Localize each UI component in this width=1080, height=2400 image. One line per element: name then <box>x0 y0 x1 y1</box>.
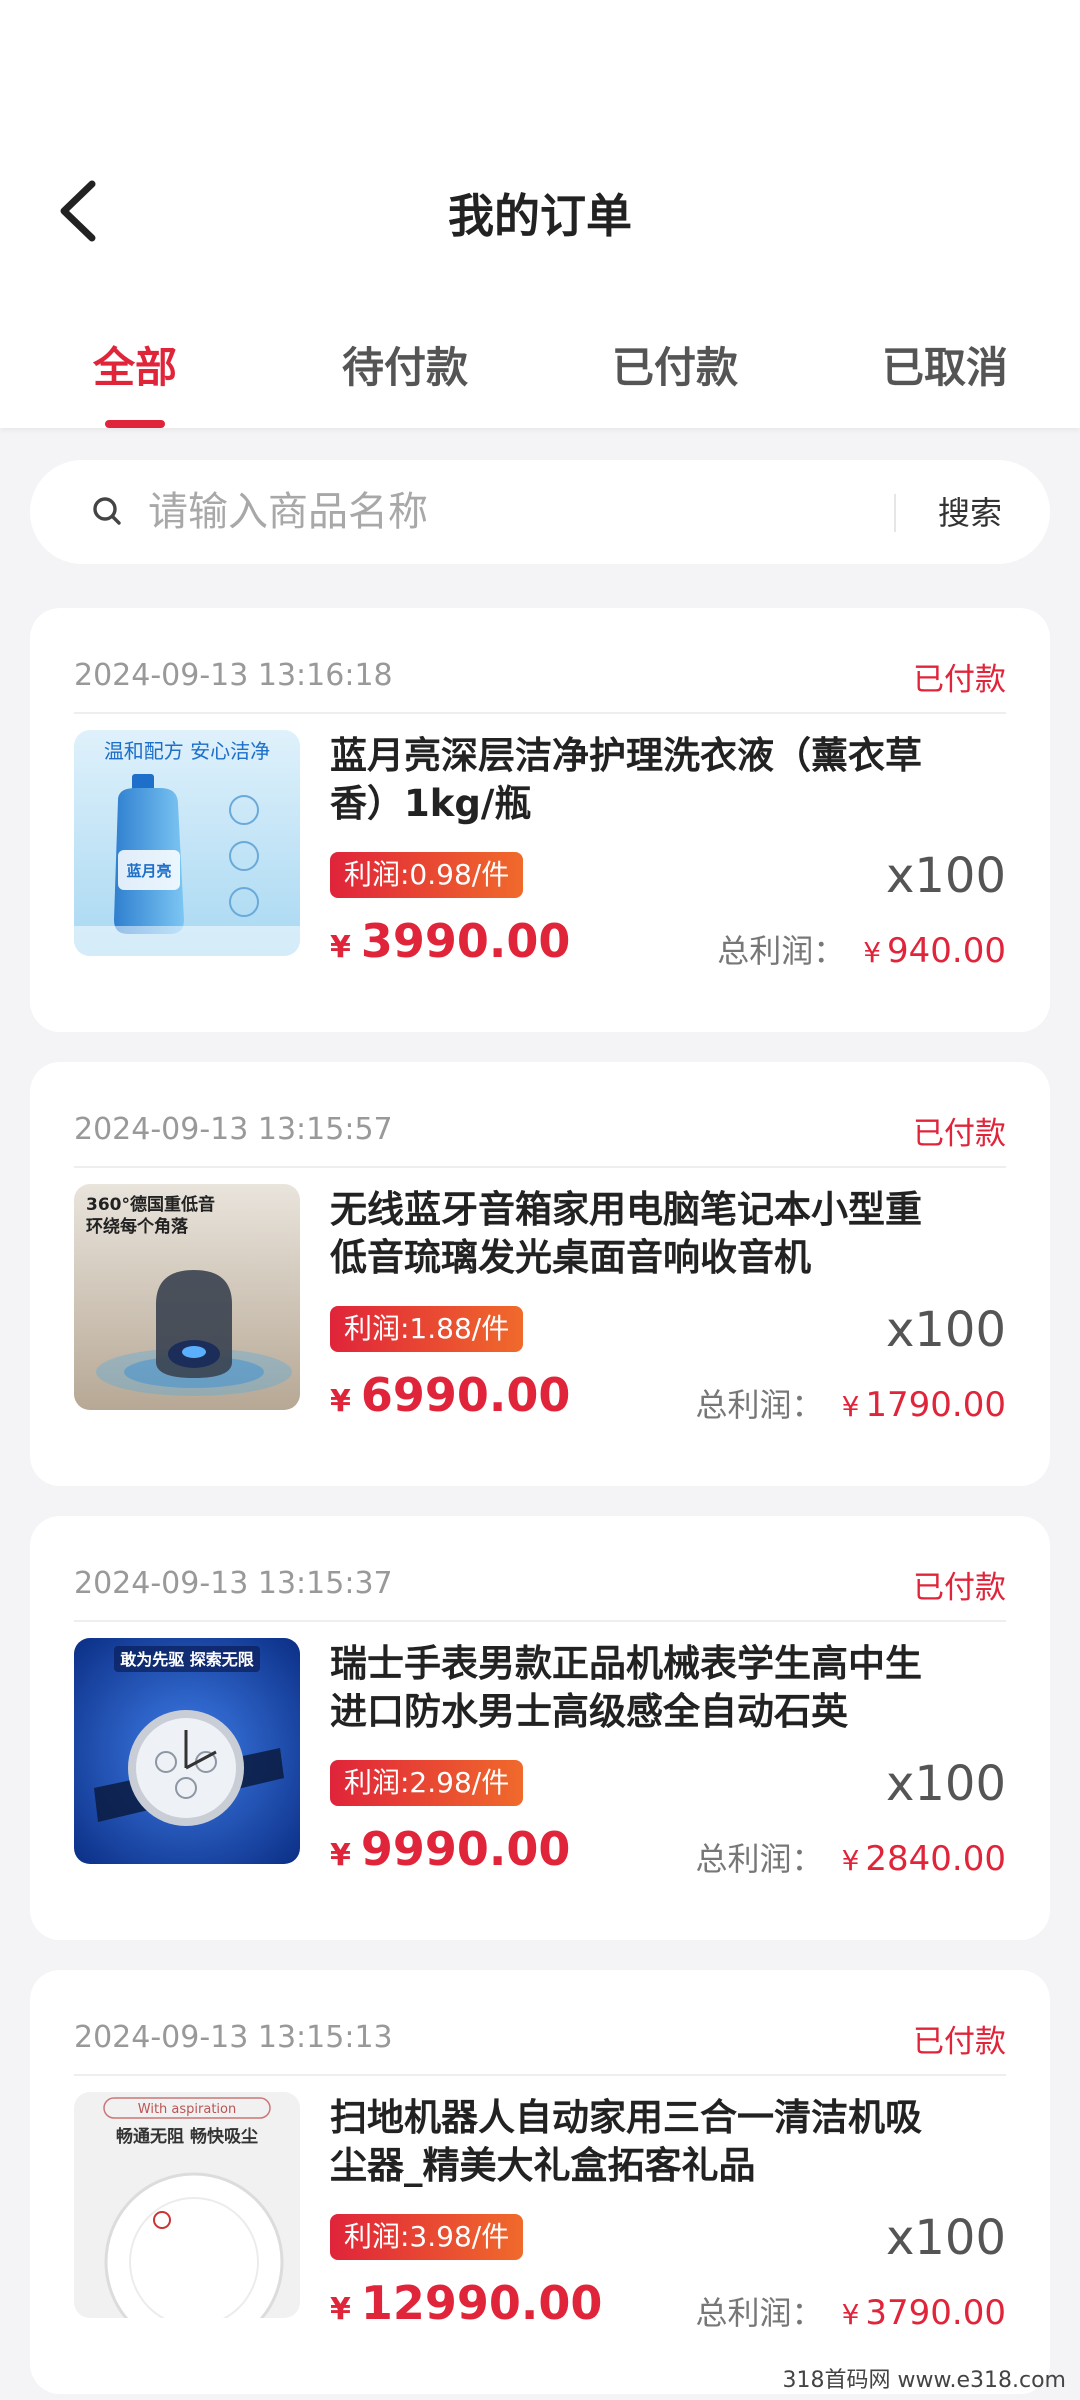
search-input[interactable] <box>148 476 908 548</box>
svg-text:环绕每个角落: 环绕每个角落 <box>86 1216 189 1237</box>
divider <box>74 1620 1006 1622</box>
product-image-detergent[interactable]: 温和配方 安心洁净 蓝月亮 <box>74 730 300 956</box>
currency-symbol: ¥ <box>863 936 882 969</box>
total-profit-label: 总利润： <box>695 1386 824 1424</box>
price-amount: 12990.00 <box>360 2276 603 2330</box>
total-profit-value: 2840.00 <box>865 1839 1006 1879</box>
product-image-speaker[interactable]: 360°德国重低音 环绕每个角落 <box>74 1184 300 1410</box>
total-profit-label: 总利润： <box>695 2294 824 2332</box>
order-quantity: x100 <box>885 2210 1006 2266</box>
search-divider <box>894 494 896 532</box>
order-price: ¥ 6990.00 <box>330 1368 570 1422</box>
total-profit: 总利润： ¥ 1790.00 <box>696 1380 1006 1426</box>
price-amount: 3990.00 <box>360 914 571 968</box>
product-image-robot-vacuum[interactable]: With aspiration 畅通无阻 畅快吸尘 <box>74 2092 300 2318</box>
currency-symbol: ¥ <box>330 2292 351 2327</box>
total-profit: 总利润： ¥ 2840.00 <box>696 1834 1006 1880</box>
svg-text:360°德国重低音: 360°德国重低音 <box>86 1194 215 1215</box>
profit-badge: 利润:1.88/件 <box>330 1306 524 1352</box>
order-price: ¥ 3990.00 <box>330 914 570 968</box>
svg-text:With aspiration: With aspiration <box>138 2102 236 2117</box>
order-time: 2024-09-13 13:15:13 <box>74 2020 393 2055</box>
profit-badge: 利润:0.98/件 <box>330 852 524 898</box>
total-profit-value: 1790.00 <box>865 1385 1006 1425</box>
divider <box>74 2074 1006 2076</box>
product-name: 瑞士手表男款正品机械表学生高中生进口防水男士高级感全自动石英 <box>330 1642 922 1733</box>
currency-symbol: ¥ <box>841 2298 860 2331</box>
divider <box>74 1166 1006 1168</box>
total-profit-value: 940.00 <box>887 931 1006 971</box>
page-title: 我的订单 <box>448 189 632 243</box>
divider <box>74 712 1006 714</box>
currency-symbol: ¥ <box>330 1384 351 1419</box>
order-card[interactable]: 2024-09-13 13:15:13 已付款 With aspiration … <box>30 1970 1050 2394</box>
svg-text:温和配方 安心洁净: 温和配方 安心洁净 <box>104 739 270 763</box>
total-profit: 总利润： ¥ 940.00 <box>717 926 1006 972</box>
order-status: 已付款 <box>913 2024 1006 2060</box>
watermark: 318首码网 www.e318.com <box>782 2368 1066 2393</box>
order-quantity: x100 <box>885 1756 1006 1812</box>
product-name: 扫地机器人自动家用三合一清洁机吸尘器_精美大礼盒拓客礼品 <box>330 2096 922 2187</box>
profit-badge: 利润:2.98/件 <box>330 1760 524 1806</box>
order-card[interactable]: 2024-09-13 13:16:18 已付款 温和配方 安心洁净 蓝月亮 蓝月… <box>30 608 1050 1032</box>
product-image-watch[interactable]: 敢为先驱 探索无限 <box>74 1638 300 1864</box>
tab-paid[interactable]: 已付款 <box>540 320 810 428</box>
search-bar: 搜索 <box>30 460 1050 564</box>
currency-symbol: ¥ <box>841 1390 860 1423</box>
total-profit: 总利润： ¥ 3790.00 <box>696 2288 1006 2334</box>
order-status: 已付款 <box>913 1116 1006 1152</box>
tab-pending-payment[interactable]: 待付款 <box>270 320 540 428</box>
tab-cancelled[interactable]: 已取消 <box>810 320 1080 428</box>
search-icon <box>93 497 121 525</box>
order-time: 2024-09-13 13:16:18 <box>74 658 393 693</box>
product-name: 蓝月亮深层洁净护理洗衣液（薰衣草香）1kg/瓶 <box>330 734 922 825</box>
currency-symbol: ¥ <box>330 930 351 965</box>
order-list: 2024-09-13 13:16:18 已付款 温和配方 安心洁净 蓝月亮 蓝月… <box>30 608 1050 2400</box>
order-price: ¥ 9990.00 <box>330 1822 570 1876</box>
currency-symbol: ¥ <box>330 1838 351 1873</box>
order-price: ¥ 12990.00 <box>330 2276 602 2330</box>
order-status: 已付款 <box>913 662 1006 698</box>
order-quantity: x100 <box>885 848 1006 904</box>
order-time: 2024-09-13 13:15:57 <box>74 1112 393 1147</box>
total-profit-label: 总利润： <box>695 1840 824 1878</box>
order-time: 2024-09-13 13:15:37 <box>74 1566 393 1601</box>
tab-all[interactable]: 全部 <box>0 320 270 428</box>
svg-text:畅通无阻 畅快吸尘: 畅通无阻 畅快吸尘 <box>116 2126 258 2147</box>
svg-text:蓝月亮: 蓝月亮 <box>126 862 171 880</box>
profit-badge: 利润:3.98/件 <box>330 2214 524 2260</box>
order-quantity: x100 <box>885 1302 1006 1358</box>
svg-text:敢为先驱 探索无限: 敢为先驱 探索无限 <box>120 1650 255 1669</box>
price-amount: 6990.00 <box>360 1368 571 1422</box>
price-amount: 9990.00 <box>360 1822 571 1876</box>
order-tabs: 全部 待付款 已付款 已取消 <box>0 320 1080 428</box>
currency-symbol: ¥ <box>841 1844 860 1877</box>
order-card[interactable]: 2024-09-13 13:15:37 已付款 敢为先驱 探索无限 瑞士手表男款… <box>30 1516 1050 1940</box>
order-card[interactable]: 2024-09-13 13:15:57 已付款 360°德国重低音 环绕每个角落… <box>30 1062 1050 1486</box>
search-button[interactable]: 搜索 <box>910 488 1030 534</box>
order-status: 已付款 <box>913 1570 1006 1606</box>
product-name: 无线蓝牙音箱家用电脑笔记本小型重低音琉璃发光桌面音响收音机 <box>330 1188 922 1279</box>
total-profit-label: 总利润： <box>717 932 846 970</box>
total-profit-value: 3790.00 <box>865 2293 1006 2333</box>
app-header: 我的订单 全部 待付款 已付款 已取消 <box>0 0 1080 428</box>
